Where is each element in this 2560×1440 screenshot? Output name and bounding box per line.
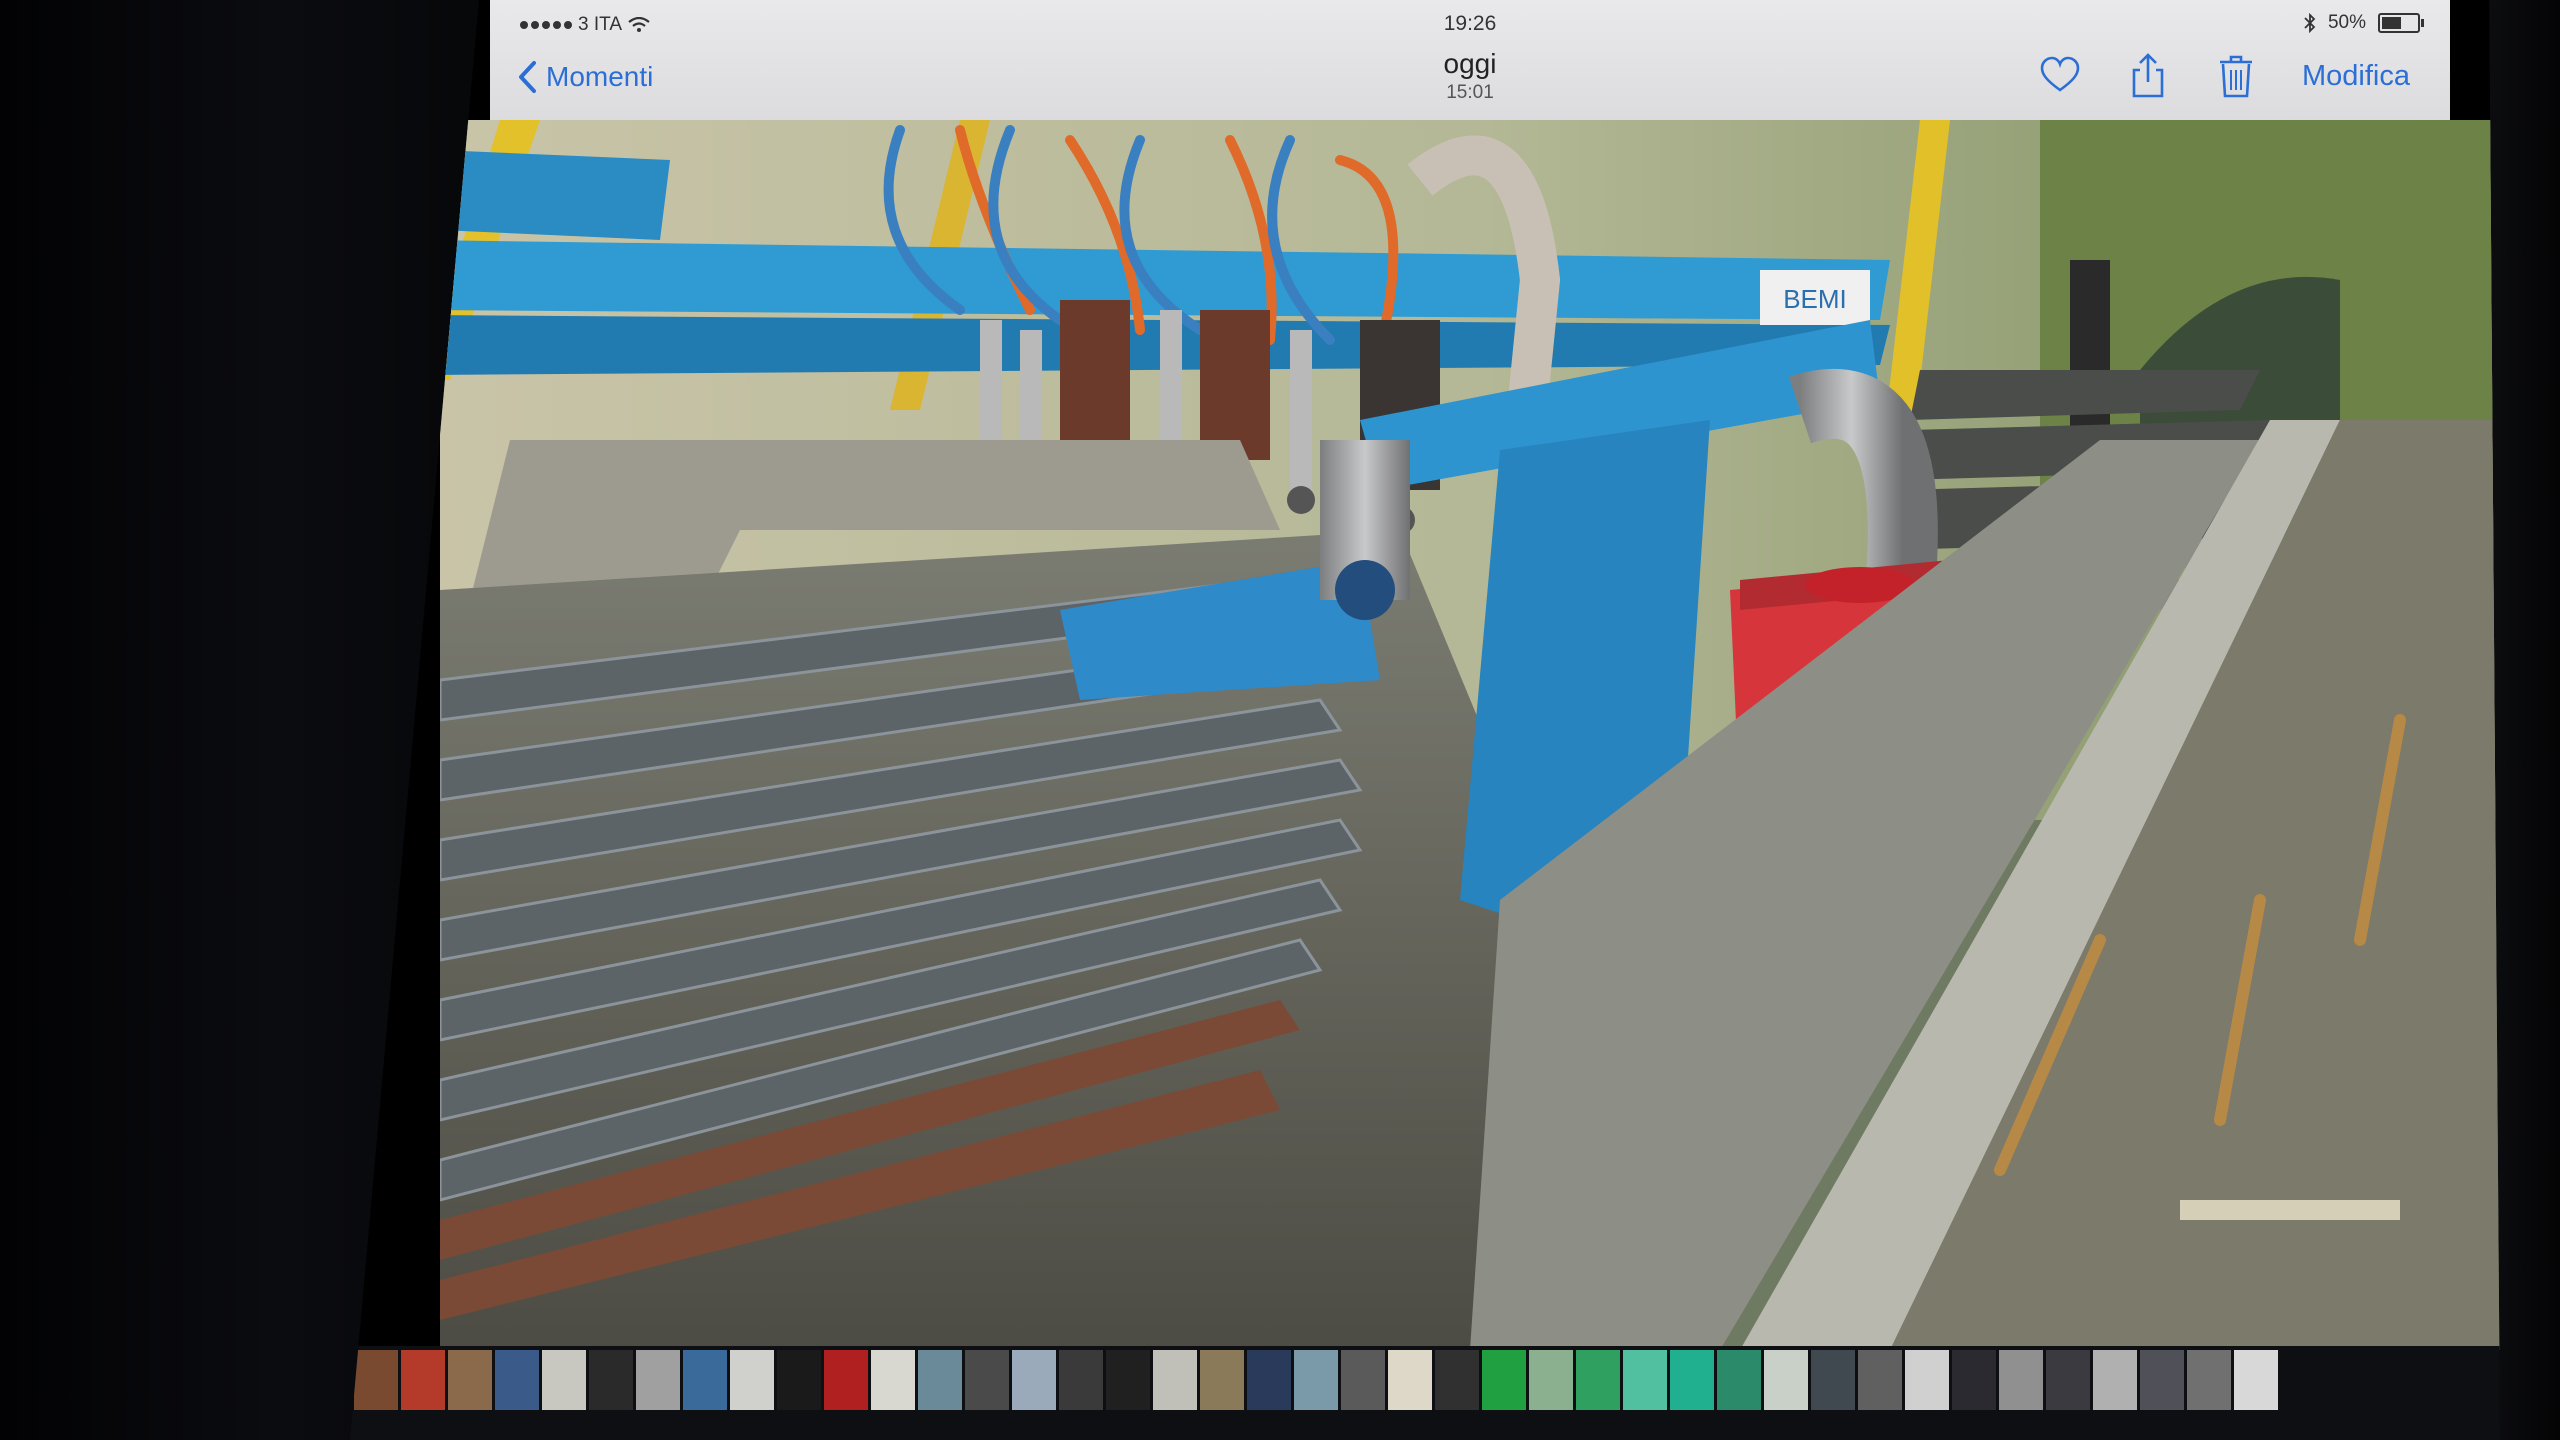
- photo-thumbnail[interactable]: [918, 1350, 962, 1410]
- photo-thumbnail[interactable]: [965, 1350, 1009, 1410]
- photo-thumbnail[interactable]: [2046, 1350, 2090, 1410]
- machine-brand-label: BEMI: [1783, 284, 1847, 314]
- photo-thumbnail[interactable]: [1294, 1350, 1338, 1410]
- photo-thumbnail[interactable]: [1999, 1350, 2043, 1410]
- photo-thumbnail[interactable]: [448, 1350, 492, 1410]
- share-icon[interactable]: [2126, 52, 2170, 100]
- photo-thumbnail[interactable]: [636, 1350, 680, 1410]
- photo-thumbnail[interactable]: [1341, 1350, 1385, 1410]
- photo-thumbnail[interactable]: [1764, 1350, 1808, 1410]
- photo-thumbnail[interactable]: [1905, 1350, 1949, 1410]
- photo-thumbnail[interactable]: [1670, 1350, 1714, 1410]
- photo-thumbnail[interactable]: [1623, 1350, 1667, 1410]
- photo-thumbnail[interactable]: [354, 1350, 398, 1410]
- photo-thumbnail[interactable]: [2093, 1350, 2137, 1410]
- photo-cutting-machine: BEMI: [440, 120, 2500, 1350]
- status-time: 19:26: [1443, 12, 1497, 35]
- photo-thumbnail[interactable]: [1811, 1350, 1855, 1410]
- photo-thumbnail[interactable]: [824, 1350, 868, 1410]
- status-right: 50%: [2304, 12, 2424, 34]
- photo-thumbnail[interactable]: [1717, 1350, 1761, 1410]
- photo-thumbnail[interactable]: [1247, 1350, 1291, 1410]
- photo-thumbnail[interactable]: [777, 1350, 821, 1410]
- photo-thumbnail[interactable]: [1059, 1350, 1103, 1410]
- bluetooth-icon: [2304, 13, 2316, 33]
- trash-icon[interactable]: [2214, 52, 2258, 100]
- photo-thumbnail[interactable]: [1858, 1350, 1902, 1410]
- navigation-bar: Momenti oggi 15:01 Modifica: [490, 40, 2450, 120]
- photo-thumbnail[interactable]: [1576, 1350, 1620, 1410]
- photo-thumbnail[interactable]: [1200, 1350, 1244, 1410]
- photo-thumbnail[interactable]: [1435, 1350, 1479, 1410]
- photo-thumbnail[interactable]: [542, 1350, 586, 1410]
- battery-icon: [2378, 13, 2424, 33]
- photo-thumbnail[interactable]: [495, 1350, 539, 1410]
- photo-thumbnail[interactable]: [2187, 1350, 2231, 1410]
- tablet-screen: 3 ITA 19:26 50% Momenti oggi 15:01 Modif…: [350, 0, 2500, 1440]
- photo-thumbnail[interactable]: [871, 1350, 915, 1410]
- top-bar: 3 ITA 19:26 50% Momenti oggi 15:01 Modif…: [490, 0, 2450, 122]
- photo-thumbnail[interactable]: [401, 1350, 445, 1410]
- heart-icon[interactable]: [2038, 52, 2082, 100]
- photo-thumbnail[interactable]: [1106, 1350, 1150, 1410]
- photo-thumbnail[interactable]: [1482, 1350, 1526, 1410]
- photo-thumbnail[interactable]: [2234, 1350, 2278, 1410]
- status-bar: 3 ITA 19:26 50%: [490, 8, 2450, 38]
- photo-thumbnail[interactable]: [1529, 1350, 1573, 1410]
- photo-thumbnail[interactable]: [1012, 1350, 1056, 1410]
- photo-viewer[interactable]: BEMI: [440, 120, 2500, 1350]
- photo-thumbnail[interactable]: [589, 1350, 633, 1410]
- toolbar-actions: Modifica: [2038, 52, 2410, 100]
- photo-thumbnail[interactable]: [730, 1350, 774, 1410]
- battery-percent: 50%: [2327, 12, 2366, 33]
- photo-thumbnail[interactable]: [2140, 1350, 2184, 1410]
- edit-button[interactable]: Modifica: [2302, 60, 2410, 93]
- photo-thumbnail[interactable]: [683, 1350, 727, 1410]
- thumbnail-strip[interactable]: [350, 1346, 2500, 1440]
- photo-thumbnail[interactable]: [1153, 1350, 1197, 1410]
- photo-thumbnail[interactable]: [1952, 1350, 1996, 1410]
- photo-thumbnail[interactable]: [1388, 1350, 1432, 1410]
